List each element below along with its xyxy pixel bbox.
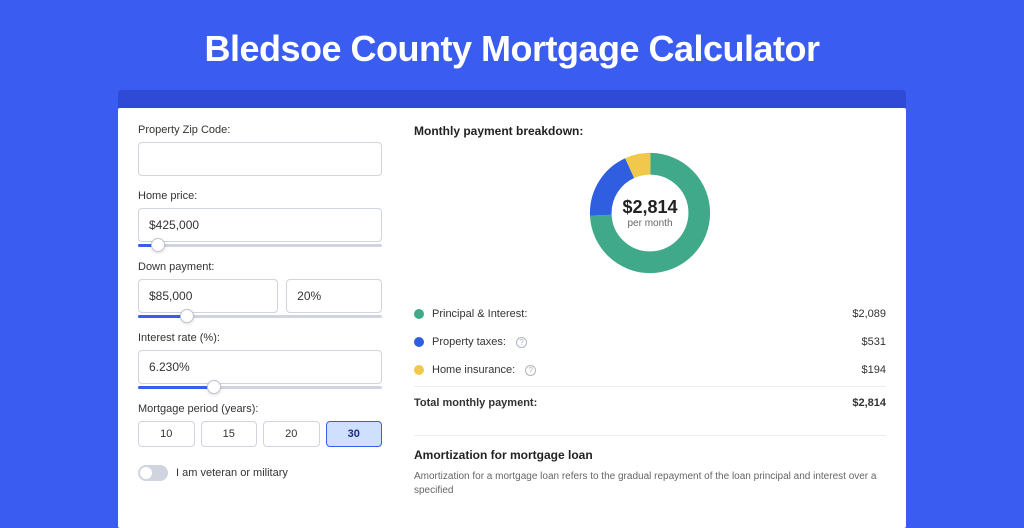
legend-value-taxes: $531 xyxy=(862,336,886,348)
veteran-toggle[interactable] xyxy=(138,465,168,481)
info-icon[interactable]: ? xyxy=(525,365,536,376)
period-option-30[interactable]: 30 xyxy=(326,421,383,447)
legend-row-total: Total monthly payment: $2,814 xyxy=(414,386,886,417)
legend-row-taxes: Property taxes: ? $531 xyxy=(414,328,886,356)
veteran-toggle-label: I am veteran or military xyxy=(176,467,288,479)
down-payment-slider-thumb[interactable] xyxy=(180,309,194,323)
dot-icon xyxy=(414,309,424,319)
veteran-toggle-row: I am veteran or military xyxy=(138,465,382,481)
breakdown-title: Monthly payment breakdown: xyxy=(414,124,886,138)
dot-icon xyxy=(414,365,424,375)
zip-input[interactable] xyxy=(138,142,382,176)
legend-label-principal: Principal & Interest: xyxy=(432,308,527,320)
donut-sub: per month xyxy=(622,218,677,229)
interest-rate-slider-fill xyxy=(138,386,214,389)
interest-rate-slider[interactable] xyxy=(138,386,382,389)
down-payment-amount-input[interactable] xyxy=(138,279,278,313)
period-option-20[interactable]: 20 xyxy=(263,421,320,447)
down-payment-label: Down payment: xyxy=(138,261,382,273)
page-title: Bledsoe County Mortgage Calculator xyxy=(0,0,1024,90)
interest-rate-input[interactable] xyxy=(138,350,382,384)
dot-icon xyxy=(414,337,424,347)
breakdown-panel: Monthly payment breakdown: $2,814 per mo… xyxy=(398,124,906,528)
zip-label: Property Zip Code: xyxy=(138,124,382,136)
zip-field: Property Zip Code: xyxy=(138,124,382,176)
info-icon[interactable]: ? xyxy=(516,337,527,348)
input-panel: Property Zip Code: Home price: Down paym… xyxy=(118,124,398,528)
legend-label-total: Total monthly payment: xyxy=(414,397,537,409)
donut-amount: $2,814 xyxy=(622,197,677,218)
legend-value-insurance: $194 xyxy=(862,364,886,376)
calculator-card: Property Zip Code: Home price: Down paym… xyxy=(118,108,906,528)
mortgage-period-options: 10 15 20 30 xyxy=(138,421,382,447)
donut-center: $2,814 per month xyxy=(622,197,677,229)
legend-value-principal: $2,089 xyxy=(852,308,886,320)
down-payment-percent-input[interactable] xyxy=(286,279,382,313)
legend-row-insurance: Home insurance: ? $194 xyxy=(414,356,886,384)
mortgage-period-field: Mortgage period (years): 10 15 20 30 xyxy=(138,403,382,447)
interest-rate-slider-thumb[interactable] xyxy=(207,380,221,394)
home-price-slider-thumb[interactable] xyxy=(151,238,165,252)
interest-rate-label: Interest rate (%): xyxy=(138,332,382,344)
toggle-knob xyxy=(140,467,152,479)
legend-label-taxes: Property taxes: xyxy=(432,336,506,348)
amortization-title: Amortization for mortgage loan xyxy=(414,435,886,462)
down-payment-field: Down payment: xyxy=(138,261,382,318)
home-price-field: Home price: xyxy=(138,190,382,247)
down-payment-slider[interactable] xyxy=(138,315,382,318)
card-top-strip xyxy=(118,90,906,108)
legend-row-principal: Principal & Interest: $2,089 xyxy=(414,300,886,328)
home-price-label: Home price: xyxy=(138,190,382,202)
period-option-15[interactable]: 15 xyxy=(201,421,258,447)
amortization-text: Amortization for a mortgage loan refers … xyxy=(414,470,886,498)
legend-value-total: $2,814 xyxy=(852,397,886,409)
home-price-slider[interactable] xyxy=(138,244,382,247)
legend-label-insurance: Home insurance: xyxy=(432,364,515,376)
mortgage-period-label: Mortgage period (years): xyxy=(138,403,382,415)
interest-rate-field: Interest rate (%): xyxy=(138,332,382,389)
period-option-10[interactable]: 10 xyxy=(138,421,195,447)
donut-chart: $2,814 per month xyxy=(414,148,886,278)
home-price-input[interactable] xyxy=(138,208,382,242)
